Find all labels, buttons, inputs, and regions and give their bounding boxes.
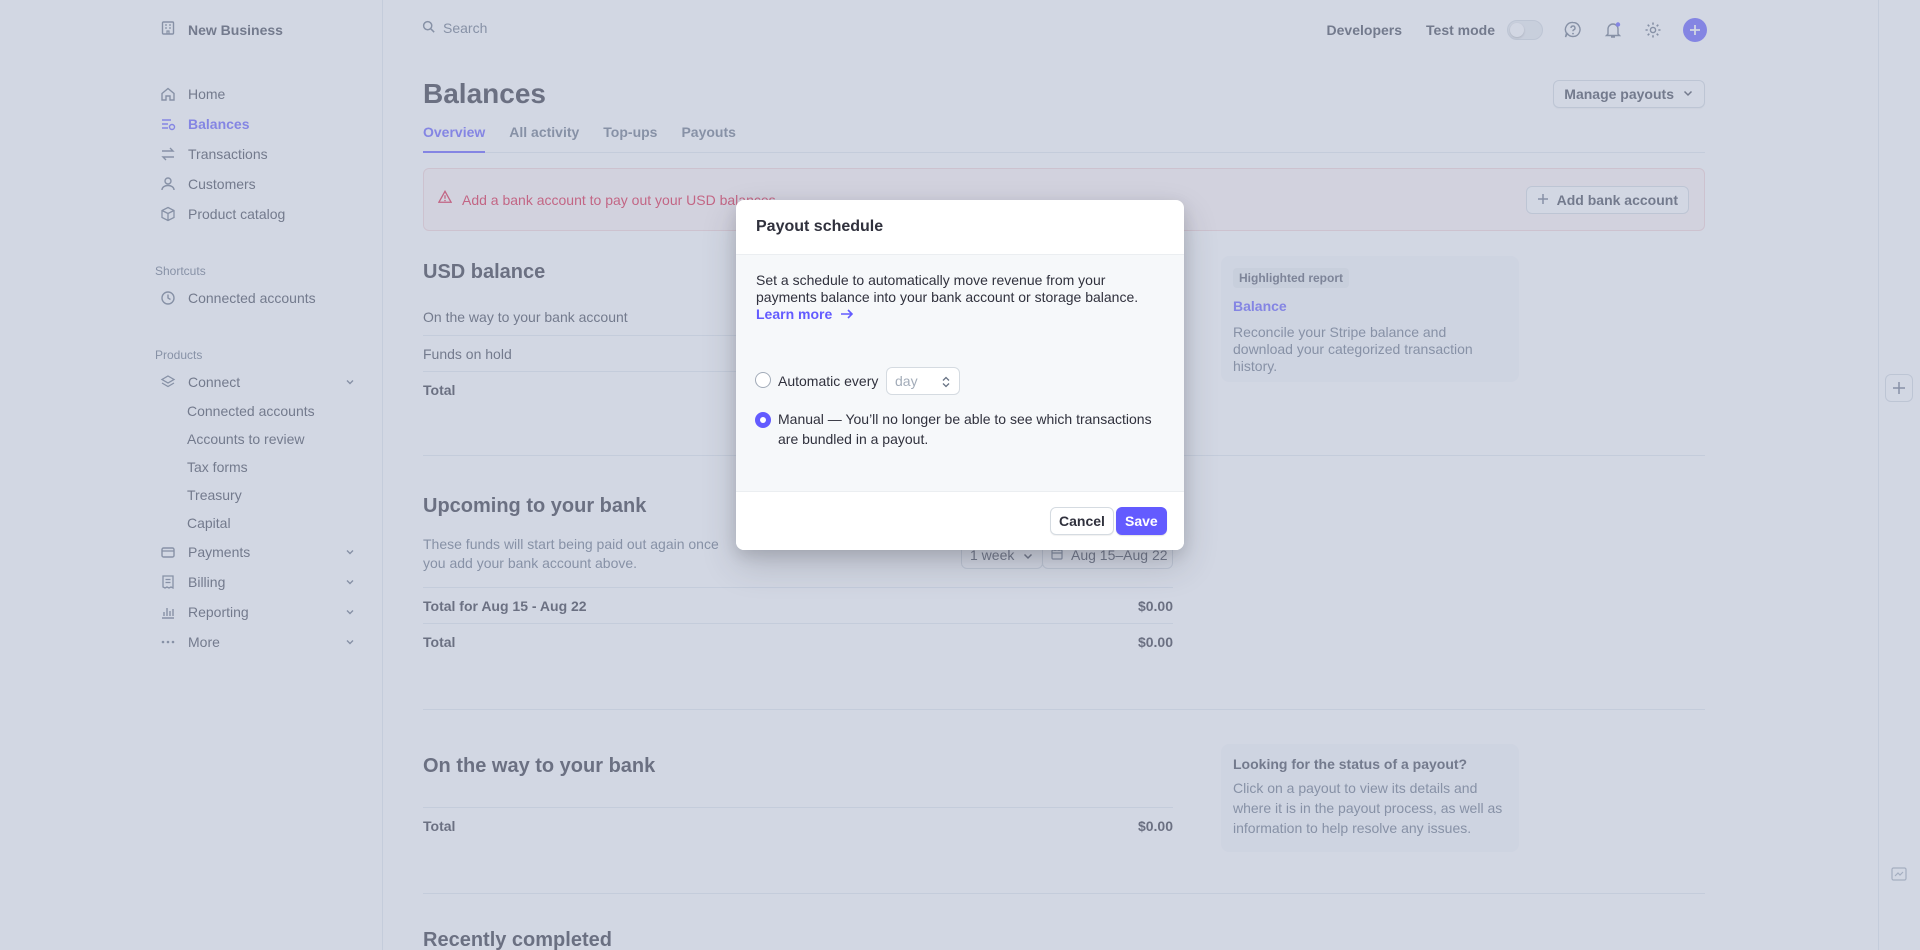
dialog-description: Set a schedule to automatically move rev… bbox=[756, 272, 1166, 323]
learn-more-label: Learn more bbox=[756, 306, 833, 322]
manual-label: Manual — You’ll no longer be able to see… bbox=[778, 411, 1152, 447]
interval-value: day bbox=[895, 373, 918, 389]
select-updown-icon bbox=[941, 375, 951, 391]
learn-more-link[interactable]: Learn more bbox=[756, 306, 854, 322]
dialog-title: Payout schedule bbox=[736, 200, 1184, 255]
manual-radio[interactable] bbox=[755, 412, 771, 428]
arrow-right-icon bbox=[836, 306, 854, 322]
automatic-radio[interactable] bbox=[755, 372, 771, 388]
dialog-body: Set a schedule to automatically move rev… bbox=[736, 255, 1184, 491]
automatic-label: Automatic every bbox=[778, 373, 879, 389]
cancel-button[interactable]: Cancel bbox=[1050, 507, 1114, 535]
dialog-footer: Cancel Save bbox=[736, 491, 1184, 550]
dialog-description-text: Set a schedule to automatically move rev… bbox=[756, 272, 1139, 305]
payout-schedule-dialog: Payout schedule Set a schedule to automa… bbox=[736, 200, 1184, 550]
interval-select[interactable]: day bbox=[886, 367, 960, 395]
save-button[interactable]: Save bbox=[1116, 507, 1167, 535]
